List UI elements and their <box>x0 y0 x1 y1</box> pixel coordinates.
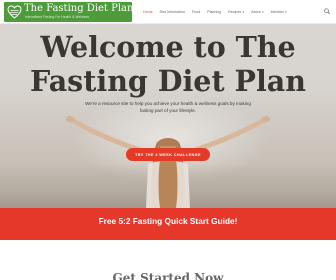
main-nav: Home Diet Information Food Planning Reci… <box>143 0 294 24</box>
page: The Fasting Diet Plan Intermittent Fasti… <box>0 0 336 280</box>
quick-start-banner[interactable]: Free 5:2 Fasting Quick Start Guide! <box>0 208 336 240</box>
logo-title: The Fasting Diet Plan <box>24 3 132 14</box>
nav-recipes-label: Recipes <box>228 10 242 14</box>
nav-food[interactable]: Food <box>192 10 200 14</box>
nav-member[interactable]: Member ▾ <box>271 10 287 14</box>
search-icon[interactable] <box>324 8 330 15</box>
quick-start-banner-text: Free 5:2 Fasting Quick Start Guide! <box>98 216 238 226</box>
nav-about-label: About <box>251 10 261 14</box>
chevron-down-icon: ▾ <box>262 10 264 14</box>
hero-title: Welcome to The Fasting Diet Plan <box>0 30 336 98</box>
logo-tagline: Intermittent Fasting For Health & Wellne… <box>25 15 90 19</box>
hero-subtitle: We're a resource site to help you achiev… <box>85 101 251 113</box>
nav-diet-information[interactable]: Diet Information <box>160 10 185 14</box>
nav-food-label: Food <box>191 10 201 14</box>
get-started-section: Get Started Now <box>0 240 336 280</box>
site-header: The Fasting Diet Plan Intermittent Fasti… <box>0 0 336 24</box>
nav-home[interactable]: Home <box>143 10 153 14</box>
hero-section: Welcome to The Fasting Diet Plan We're a… <box>0 24 336 208</box>
chevron-down-icon: ▾ <box>242 10 245 14</box>
four-week-challenge-button[interactable]: TRY THE 4 WEEK CHALLENGE <box>126 148 210 161</box>
nav-member-label: Member <box>270 10 284 14</box>
nav-home-label: Home <box>143 10 153 14</box>
nav-about[interactable]: About ▾ <box>251 10 263 14</box>
nav-recipes[interactable]: Recipes ▾ <box>228 10 244 14</box>
get-started-heading: Get Started Now <box>112 271 224 280</box>
nav-planning[interactable]: Planning <box>207 10 221 14</box>
nav-diet-information-label: Diet Information <box>159 10 185 14</box>
heart-logo-icon <box>7 5 22 19</box>
chevron-down-icon: ▾ <box>285 10 287 14</box>
hero-title-line2: Fasting Diet Plan <box>30 64 306 98</box>
site-logo[interactable]: The Fasting Diet Plan Intermittent Fasti… <box>4 2 132 22</box>
nav-planning-label: Planning <box>207 10 222 14</box>
hero-title-line1: Welcome to The <box>40 30 296 64</box>
